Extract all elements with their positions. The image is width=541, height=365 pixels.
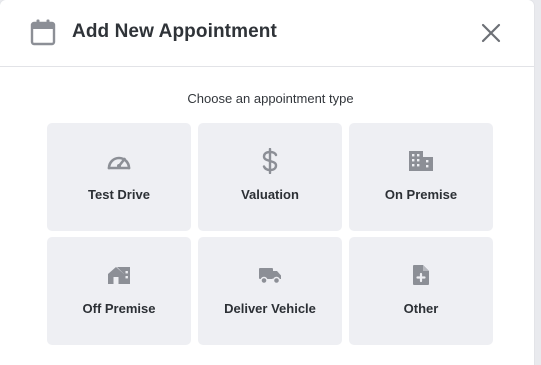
- type-label: Deliver Vehicle: [224, 301, 316, 316]
- type-card-deliver-vehicle[interactable]: Deliver Vehicle: [198, 237, 342, 345]
- truck-icon: [257, 263, 283, 287]
- type-card-valuation[interactable]: Valuation: [198, 123, 342, 231]
- type-card-off-premise[interactable]: Off Premise: [47, 237, 191, 345]
- close-icon[interactable]: [479, 21, 503, 45]
- dialog-header: Add New Appointment: [0, 0, 534, 67]
- type-card-on-premise[interactable]: On Premise: [349, 123, 493, 231]
- type-card-test-drive[interactable]: Test Drive: [47, 123, 191, 231]
- file-plus-icon: [408, 263, 434, 287]
- calendar-icon: [30, 19, 56, 46]
- type-label: Off Premise: [82, 301, 156, 316]
- type-label: Other: [403, 301, 439, 316]
- building-icon: [408, 149, 434, 173]
- type-card-other[interactable]: Other: [349, 237, 493, 345]
- dialog-title: Add New Appointment: [72, 21, 277, 42]
- type-label: Test Drive: [88, 187, 150, 202]
- type-label: On Premise: [384, 187, 458, 202]
- speedometer-icon: [106, 149, 132, 173]
- house-icon: [106, 263, 132, 287]
- add-appointment-dialog: Add New Appointment Choose an appointmen…: [0, 0, 534, 365]
- dollar-icon: [257, 148, 283, 174]
- appointment-type-prompt: Choose an appointment type: [187, 91, 354, 106]
- type-label: Valuation: [241, 187, 299, 202]
